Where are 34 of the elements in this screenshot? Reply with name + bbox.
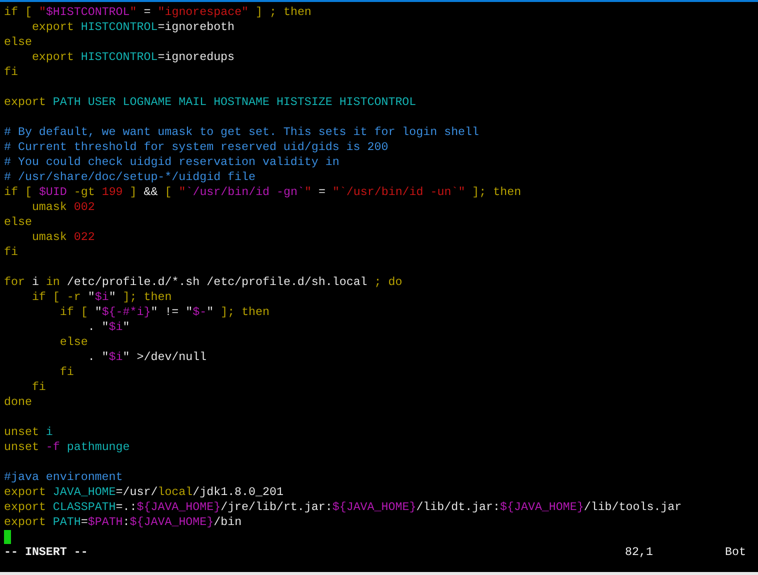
code-line: . "$i" [86,320,131,335]
code-line: export HISTCONTROL=ignoreboth [30,20,236,35]
code-line: . "$i" >/dev/null [86,350,208,365]
code-line: if [ $UID -gt 199 ] && [ "`/usr/bin/id -gn`" = "`/usr/bin/id -un`" ]; then [4,185,522,200]
code-line: if [ -r "$i" ]; then [30,290,173,305]
code-line: else [4,215,33,230]
text-cursor [4,530,11,544]
code-line: unset i [4,425,54,440]
code-line: # By default, we want umask to get set. This sets it for login shell [4,125,480,140]
mode-indicator: -- INSERT -- [4,545,88,560]
code-line: else [4,35,33,50]
code-line: export CLASSPATH=.:${JAVA_HOME}/jre/lib/rt.jar:${JAVA_HOME}/lib/dt.jar:${JAVA_HOME}/lib/tools.jar [4,500,683,515]
code-line: else [58,335,89,350]
code-line: # Current threshold for system reserved uid/gids is 200 [4,140,390,155]
code-line: for i in /etc/profile.d/*.sh /etc/profile.d/sh.local ; do [4,275,404,290]
code-line: fi [30,380,47,395]
code-line: export PATH=$PATH:${JAVA_HOME}/bin [4,515,243,530]
code-line: #java environment [4,470,124,485]
code-line: export HISTCONTROL=ignoredups [30,50,236,65]
code-line: fi [4,65,19,80]
code-line: fi [58,365,75,380]
code-line: fi [4,245,19,260]
code-line: # You could check uidgid reservation validity in [4,155,340,170]
code-line: export JAVA_HOME=/usr/local/jdk1.8.0_201 [4,485,284,500]
code-line: umask 002 [30,200,96,215]
code-line: export PATH USER LOGNAME MAIL HOSTNAME HISTSIZE HISTCONTROL [4,95,418,110]
code-line: unset -f pathmunge [4,440,131,455]
code-line: if [ "${-#*i}" != "$-" ]; then [58,305,271,320]
cursor-position: 82,1 [625,545,654,560]
scroll-position: Bot [725,545,747,560]
code-line: # /usr/share/doc/setup-*/uidgid file [4,170,256,185]
code-line: done [4,395,33,410]
code-line: if [ "$HISTCONTROL" = "ignorespace" ] ; then [4,5,312,20]
code-line: umask 022 [30,230,96,245]
